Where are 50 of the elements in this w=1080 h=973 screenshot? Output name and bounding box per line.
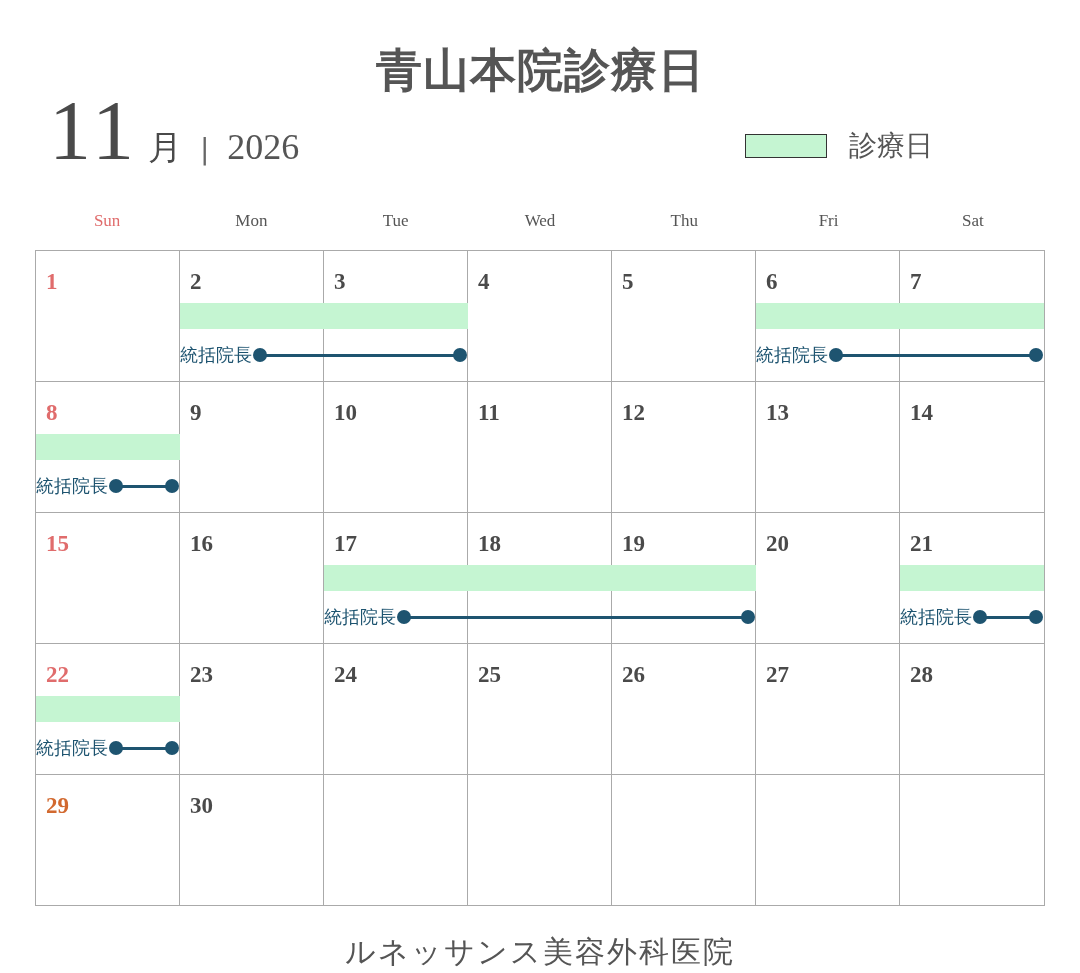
day-number: 21 <box>910 531 933 556</box>
weekday-label: Mon <box>235 210 268 232</box>
weekday-label: Thu <box>670 210 698 232</box>
day-number: 1 <box>46 269 58 294</box>
year-label: 2026 <box>227 125 300 168</box>
day-number: 12 <box>622 400 645 425</box>
weekday-label: Sat <box>962 210 984 232</box>
day-number: 7 <box>910 269 922 294</box>
day-number: 19 <box>622 531 645 556</box>
day-number: 10 <box>334 400 357 425</box>
day-number: 3 <box>334 269 346 294</box>
doctor-label: 統括院長 <box>36 474 108 498</box>
legend-label: 診療日 <box>849 127 933 164</box>
day-number: 13 <box>766 400 789 425</box>
day-number: 8 <box>46 400 58 425</box>
doctor-label: 統括院長 <box>756 343 828 367</box>
doctor-label: 統括院長 <box>900 605 972 629</box>
day-number: 17 <box>334 531 357 556</box>
day-number: 23 <box>190 662 213 687</box>
weekday-label: Fri <box>818 210 839 232</box>
clinic-name: ルネッサンス美容外科医院 <box>345 933 735 971</box>
day-number: 14 <box>910 400 933 425</box>
day-number: 30 <box>190 793 213 818</box>
day-number: 4 <box>478 269 490 294</box>
day-number: 11 <box>478 400 500 425</box>
day-number: 28 <box>910 662 933 687</box>
day-number: 25 <box>478 662 501 687</box>
day-number: 5 <box>622 269 634 294</box>
day-number: 26 <box>622 662 645 687</box>
day-number: 16 <box>190 531 213 556</box>
day-number: 18 <box>478 531 501 556</box>
month-unit: 月 <box>147 125 182 169</box>
weekday-label: Tue <box>382 210 409 232</box>
month-number: 11 <box>49 90 138 171</box>
doctor-label: 統括院長 <box>36 736 108 760</box>
weekday-label: Wed <box>524 210 556 232</box>
day-number: 6 <box>766 269 778 294</box>
day-number: 9 <box>190 400 202 425</box>
day-number: 22 <box>46 662 69 687</box>
day-number: 2 <box>190 269 202 294</box>
doctor-label: 統括院長 <box>180 343 252 367</box>
weekday-label: Sun <box>93 210 121 232</box>
doctor-label: 統括院長 <box>324 605 396 629</box>
day-number: 27 <box>766 662 789 687</box>
calendar-title: 青山本院診療日 <box>375 42 705 99</box>
day-number: 29 <box>46 793 69 818</box>
separator: | <box>199 132 210 166</box>
day-number: 24 <box>334 662 357 687</box>
day-number: 15 <box>46 531 69 556</box>
day-number: 20 <box>766 531 789 556</box>
